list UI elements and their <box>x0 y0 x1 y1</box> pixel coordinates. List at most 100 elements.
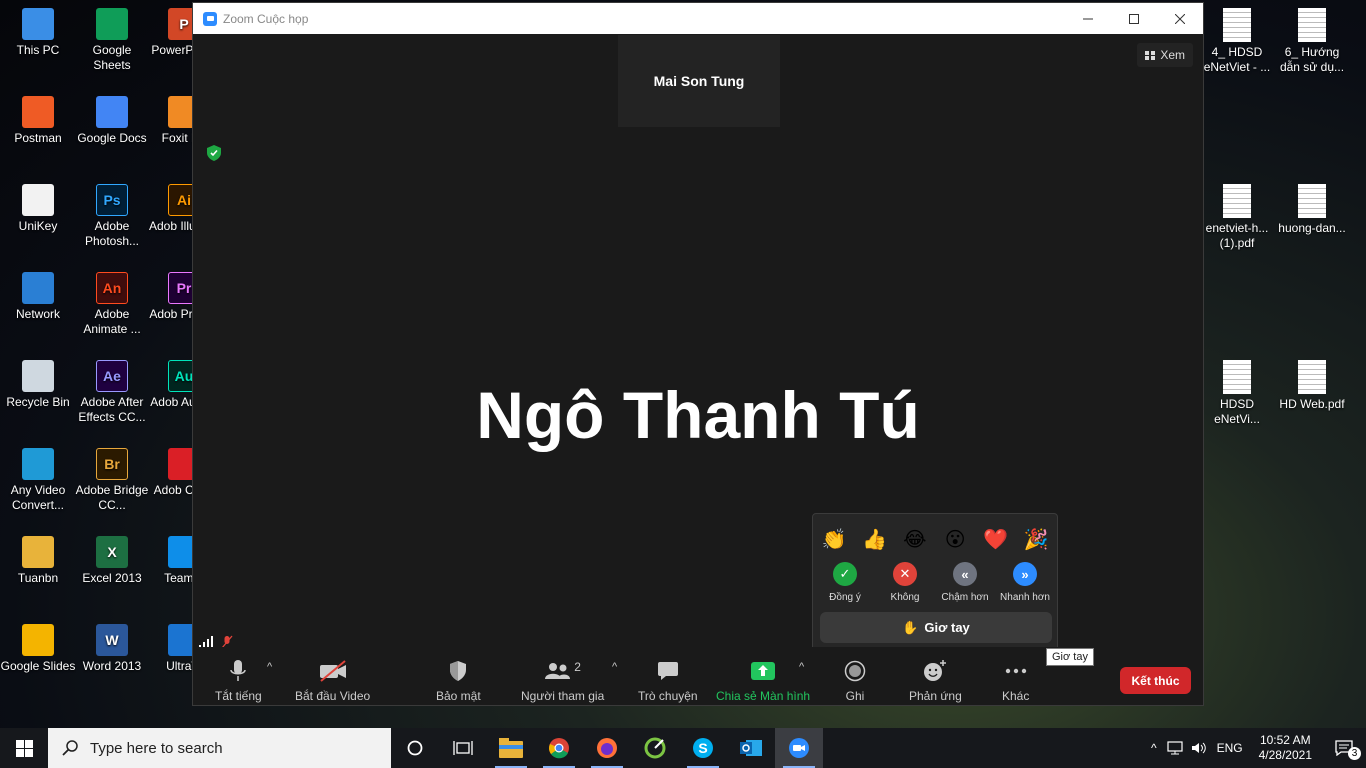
taskbar-coccoc[interactable] <box>631 728 679 768</box>
share-options-caret[interactable]: ^ <box>799 661 804 673</box>
zoom-meeting-window: Zoom Cuộc họp Mai Son Tung Xem Ngô Thanh… <box>192 2 1204 706</box>
thumbnail-name: Mai Son Tung <box>653 73 745 89</box>
file-explorer-icon <box>499 738 523 758</box>
record-icon <box>844 660 866 682</box>
desktop-shortcut[interactable]: Network <box>0 272 76 322</box>
desktop-shortcut[interactable]: HDSD eNetVi... <box>1199 360 1275 427</box>
raised-hand-icon: ✋ <box>902 619 919 635</box>
taskbar-skype[interactable]: S <box>679 728 727 768</box>
desktop-shortcut-label: Adobe After Effects CC... <box>78 395 146 424</box>
desktop-shortcut[interactable]: Google Docs <box>74 96 150 146</box>
desktop-shortcut[interactable]: Ps Adobe Photosh... <box>74 184 150 249</box>
close-button[interactable] <box>1157 3 1203 34</box>
reaction-emoji-button[interactable]: 👍 <box>859 524 889 554</box>
desktop-shortcut[interactable]: Google Sheets <box>74 8 150 73</box>
action-center-button[interactable]: 3 <box>1322 728 1366 768</box>
participants-button[interactable]: 2 Người tham gia <box>521 659 604 703</box>
desktop-shortcut[interactable]: Any Video Convert... <box>0 448 76 513</box>
title-bar[interactable]: Zoom Cuộc họp <box>193 3 1203 34</box>
volume-icon[interactable] <box>1191 741 1207 755</box>
security-label: Bảo mật <box>436 689 481 703</box>
share-screen-button[interactable]: Chia sẻ Màn hình <box>716 659 810 703</box>
record-button[interactable]: Ghi <box>844 659 866 703</box>
task-view-icon <box>453 741 473 755</box>
desktop-shortcut[interactable]: Google Slides <box>0 624 76 674</box>
desktop-shortcut[interactable]: 4_ HDSD eNetViet - ... <box>1199 8 1275 75</box>
show-hidden-icons-chevron[interactable]: ^ <box>1151 741 1157 755</box>
coccoc-browser-icon <box>644 737 666 759</box>
task-view-button[interactable] <box>439 728 487 768</box>
taskbar-outlook[interactable] <box>727 728 775 768</box>
taskbar-firefox[interactable] <box>583 728 631 768</box>
desktop-shortcut[interactable]: huong-dan... <box>1274 184 1350 236</box>
participants-options-caret[interactable]: ^ <box>612 661 617 673</box>
desktop-shortcut[interactable]: HD Web.pdf <box>1274 360 1350 412</box>
maximize-icon <box>1129 13 1139 24</box>
firefox-icon <box>597 738 617 758</box>
participant-thumbnail[interactable]: Mai Son Tung <box>618 35 780 127</box>
reaction-emoji-button[interactable]: 👏 <box>819 524 849 554</box>
microphone-icon <box>230 660 247 681</box>
clock-time: 10:52 AM <box>1259 733 1311 747</box>
desktop-shortcut[interactable]: An Adobe Animate ... <box>74 272 150 337</box>
chat-bubble-icon <box>657 662 678 680</box>
cortana-button[interactable] <box>391 728 439 768</box>
taskbar-search-box[interactable]: Type here to search <box>48 728 391 768</box>
network-tray-icon[interactable] <box>1166 741 1183 755</box>
chat-button[interactable]: Trò chuyện <box>638 659 698 703</box>
language-indicator[interactable]: ENG <box>1217 741 1243 755</box>
desktop-shortcut[interactable]: Br Adobe Bridge CC... <box>74 448 150 513</box>
mute-button[interactable]: Tắt tiếng <box>215 659 262 703</box>
video-off-icon <box>319 660 346 682</box>
desktop-shortcut[interactable]: X Excel 2013 <box>74 536 150 586</box>
desktop-shortcut[interactable]: UniKey <box>0 184 76 234</box>
feedback-button[interactable]: ✓ Đồng ý <box>817 562 873 603</box>
mute-label: Tắt tiếng <box>215 689 262 703</box>
zoom-icon <box>789 738 809 758</box>
excel-icon: X <box>96 536 128 568</box>
desktop-shortcut[interactable]: Recycle Bin <box>0 360 76 410</box>
more-button[interactable]: Khác <box>1002 659 1029 703</box>
encryption-shield-icon[interactable] <box>207 145 221 161</box>
desktop-shortcut[interactable]: Postman <box>0 96 76 146</box>
desktop-shortcut[interactable]: W Word 2013 <box>74 624 150 674</box>
reaction-emoji-button[interactable]: 😮 <box>940 524 970 554</box>
reactions-button[interactable]: Phản ứng <box>909 659 962 703</box>
taskbar-zoom[interactable] <box>775 728 823 768</box>
search-placeholder: Type here to search <box>90 739 223 757</box>
taskbar-file-explorer[interactable] <box>487 728 535 768</box>
desktop-shortcut[interactable]: Ae Adobe After Effects CC... <box>74 360 150 425</box>
document-icon <box>1298 8 1326 42</box>
audio-options-caret[interactable]: ^ <box>267 661 272 673</box>
start-button[interactable] <box>0 728 48 768</box>
view-button[interactable]: Xem <box>1137 43 1193 67</box>
feedback-button[interactable]: » Nhanh hơn <box>997 562 1053 603</box>
desktop-shortcut[interactable]: 6_ Hướng dẫn sử dụ... <box>1274 8 1350 75</box>
taskbar-chrome[interactable] <box>535 728 583 768</box>
share-screen-icon <box>751 662 776 680</box>
desktop-shortcut[interactable]: Tuanbn <box>0 536 76 586</box>
reaction-emoji-button[interactable]: 😂 <box>900 524 930 554</box>
clock[interactable]: 10:52 AM 4/28/2021 <box>1259 733 1312 763</box>
minimize-button[interactable] <box>1065 3 1111 34</box>
raise-hand-button[interactable]: ✋ Giơ tay <box>820 612 1052 643</box>
participants-icon <box>545 663 571 679</box>
desktop-shortcut-label: Network <box>15 307 60 321</box>
end-meeting-button[interactable]: Kết thúc <box>1120 667 1191 694</box>
pdf-icon <box>1298 184 1326 218</box>
system-tray: ^ ENG 10:52 AM 4/28/2021 3 <box>1151 728 1366 768</box>
participants-label: Người tham gia <box>521 689 605 703</box>
maximize-button[interactable] <box>1111 3 1157 34</box>
feedback-button[interactable]: « Chậm hơn <box>937 562 993 603</box>
chrome-icon <box>549 738 569 759</box>
start-video-button[interactable]: Bắt đầu Video <box>295 659 370 703</box>
desktop-shortcut[interactable]: This PC <box>0 8 76 58</box>
desktop-shortcut[interactable]: enetviet-h... (1).pdf <box>1199 184 1275 251</box>
feedback-button[interactable]: ✕ Không <box>877 562 933 603</box>
reaction-emoji-button[interactable]: 🎉 <box>1021 524 1051 554</box>
desktop-shortcut-label: Excel 2013 <box>82 571 142 585</box>
google-sheets-icon <box>96 8 128 40</box>
security-button[interactable]: Bảo mật <box>436 659 481 703</box>
reaction-emoji-button[interactable]: ❤️ <box>981 524 1011 554</box>
cortana-circle-icon <box>407 740 423 756</box>
